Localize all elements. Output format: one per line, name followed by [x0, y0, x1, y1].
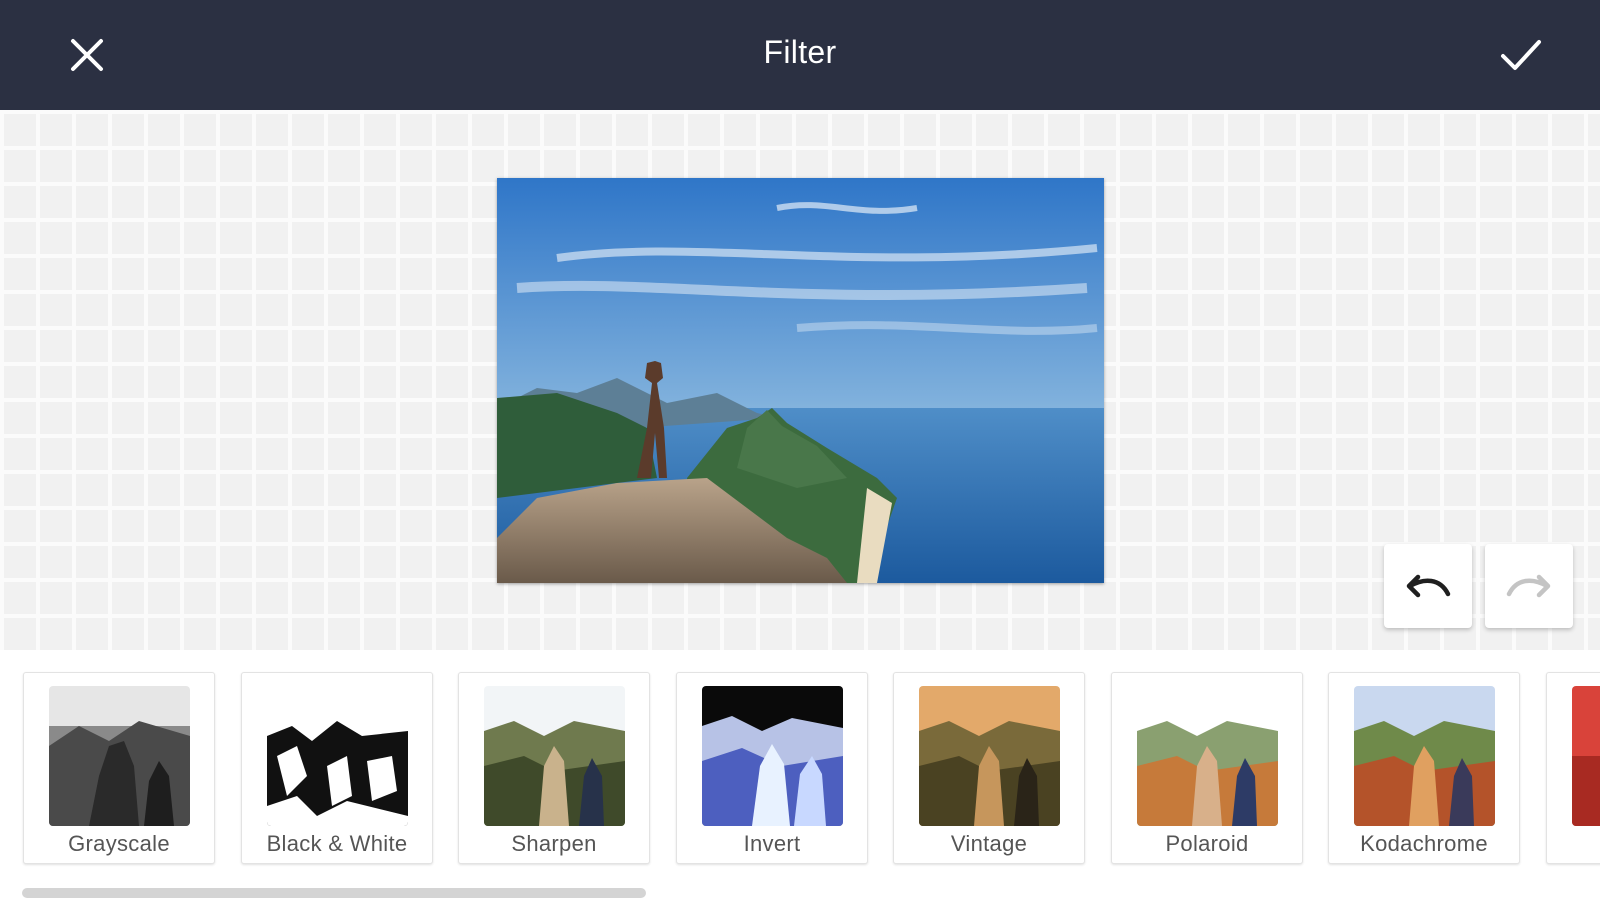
filter-thumbnail: [702, 686, 843, 826]
filter-label: Polaroid: [1165, 831, 1249, 856]
preview-photo[interactable]: [497, 178, 1104, 583]
filter-thumbnail: [49, 686, 190, 826]
undo-button[interactable]: [1384, 544, 1472, 628]
filter-kodachrome[interactable]: Kodachrome: [1328, 672, 1520, 864]
horizontal-scrollbar[interactable]: [22, 888, 646, 898]
filter-next-partial[interactable]: [1546, 672, 1600, 864]
undo-icon: [1406, 574, 1451, 598]
redo-button[interactable]: [1485, 544, 1573, 628]
filter-label: Black & White: [266, 831, 408, 856]
filter-label: Invert: [743, 831, 801, 856]
filter-thumbnail: [1572, 686, 1600, 826]
filter-thumbnail: [1354, 686, 1495, 826]
filter-label: Sharpen: [511, 831, 597, 856]
filter-invert[interactable]: Invert: [676, 672, 868, 864]
editor-canvas: [0, 110, 1600, 650]
check-icon: [1501, 40, 1541, 70]
filter-thumbnail: [484, 686, 625, 826]
filter-label: Grayscale: [68, 831, 170, 856]
filter-thumbnail: [267, 686, 408, 826]
filter-vintage[interactable]: Vintage: [893, 672, 1085, 864]
filters-strip: Grayscale Black & White Sharpen Invert V…: [0, 650, 1600, 900]
top-bar: Filter: [0, 0, 1600, 110]
filter-thumbnail: [1137, 686, 1278, 826]
filter-grayscale[interactable]: Grayscale: [23, 672, 215, 864]
confirm-button[interactable]: [1494, 32, 1548, 78]
filter-black-white[interactable]: Black & White: [241, 672, 433, 864]
filter-label: Kodachrome: [1360, 831, 1488, 856]
redo-icon: [1506, 574, 1551, 598]
filter-sharpen[interactable]: Sharpen: [458, 672, 650, 864]
filter-thumbnail: [919, 686, 1060, 826]
filter-polaroid[interactable]: Polaroid: [1111, 672, 1303, 864]
page-title: Filter: [763, 34, 837, 70]
filter-label: Vintage: [950, 831, 1028, 856]
